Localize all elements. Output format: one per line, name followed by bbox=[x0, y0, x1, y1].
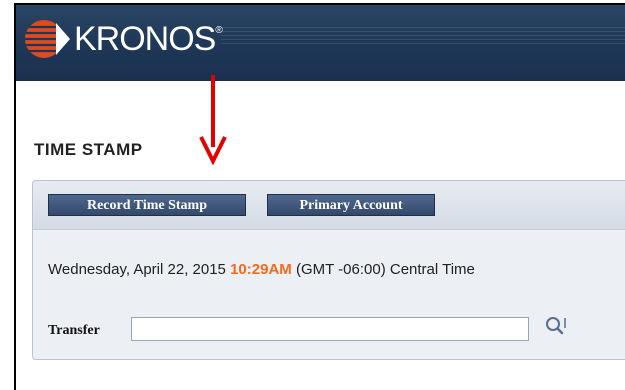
logo-registered-mark: ® bbox=[215, 25, 222, 36]
kronos-globe-icon bbox=[25, 20, 70, 58]
app-header: KRONOS® bbox=[16, 5, 625, 81]
panel-toolbar: Record Time Stamp Primary Account bbox=[33, 181, 625, 230]
primary-account-button[interactable]: Primary Account bbox=[267, 194, 435, 216]
timezone: (GMT -06:00) Central Time bbox=[295, 261, 475, 278]
current-datetime: Wednesday, April 22, 2015 10:29AM (GMT -… bbox=[48, 261, 475, 278]
logo-text: KRONOS® bbox=[74, 20, 223, 58]
kronos-logo: KRONOS® bbox=[20, 17, 223, 61]
current-time: 10:29AM bbox=[230, 261, 292, 278]
kronos-window: KRONOS® TIME STAMP Record Time Stamp Pri… bbox=[14, 3, 625, 390]
header-decoration bbox=[221, 27, 625, 47]
current-date: Wednesday, April 22, 2015 bbox=[48, 261, 226, 278]
red-arrow-icon bbox=[199, 75, 227, 165]
record-time-stamp-button[interactable]: Record Time Stamp bbox=[48, 194, 246, 216]
search-icon[interactable] bbox=[543, 315, 569, 337]
transfer-label: Transfer bbox=[48, 323, 100, 338]
time-stamp-panel: Record Time Stamp Primary Account Wednes… bbox=[32, 180, 625, 360]
transfer-input[interactable] bbox=[131, 317, 529, 341]
page-title: TIME STAMP bbox=[34, 140, 143, 159]
